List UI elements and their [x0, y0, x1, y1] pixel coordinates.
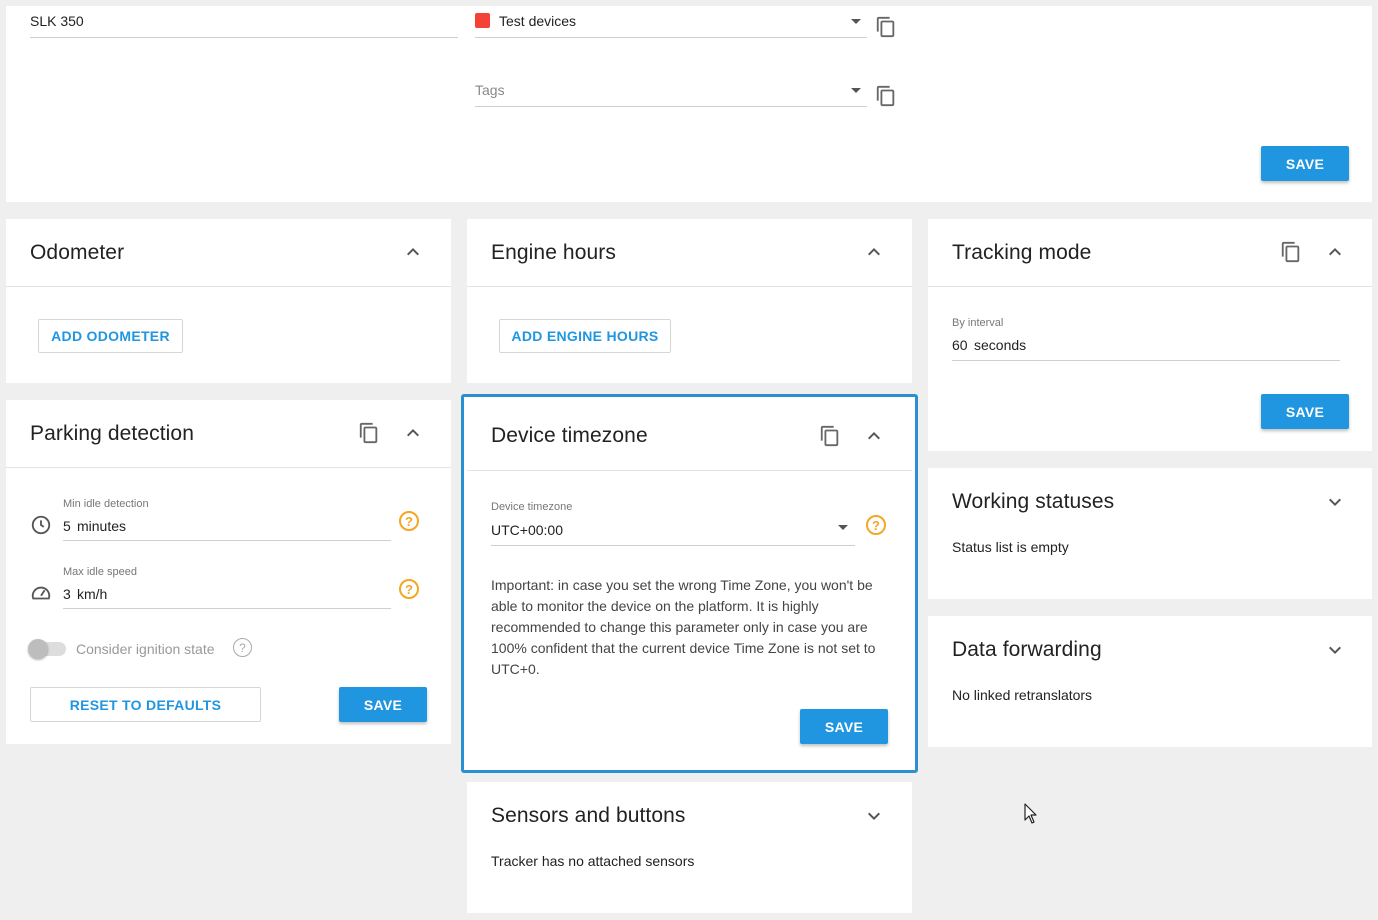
interval-input[interactable]: 60	[952, 337, 968, 353]
max-speed-label: Max idle speed	[63, 566, 137, 578]
card-title: Engine hours	[491, 241, 616, 264]
save-button[interactable]: SAVE	[800, 709, 888, 744]
copy-icon[interactable]	[873, 83, 899, 109]
copy-icon[interactable]	[873, 14, 899, 40]
odometer-header[interactable]: Odometer	[6, 219, 451, 287]
min-idle-underline	[63, 540, 391, 541]
tracking-mode-card: Tracking mode By interval 60 seconds SAV…	[928, 219, 1372, 451]
device-name-field[interactable]: SLK 350	[30, 13, 84, 29]
working-statuses-card: Working statuses Status list is empty	[928, 468, 1372, 599]
card-title: Parking detection	[30, 422, 194, 445]
min-idle-unit: minutes	[77, 518, 127, 534]
clock-icon	[30, 514, 52, 541]
timezone-label: Device timezone	[491, 501, 573, 513]
chevron-down-icon[interactable]	[1322, 489, 1348, 515]
chevron-down-icon[interactable]	[1322, 637, 1348, 663]
timezone-underline	[491, 545, 855, 546]
device-timezone-card: Device timezone Device timezone UTC+00:0…	[461, 394, 918, 773]
reset-to-defaults-button[interactable]: RESET TO DEFAULTS	[30, 687, 261, 722]
tracking-mode-header[interactable]: Tracking mode	[928, 219, 1372, 287]
chevron-down-icon[interactable]	[861, 803, 887, 829]
working-statuses-empty: Status list is empty	[952, 539, 1069, 555]
toggle-knob	[28, 639, 48, 659]
interval-underline	[952, 360, 1340, 361]
group-select[interactable]: Test devices	[499, 13, 576, 29]
tags-dropdown-arrow[interactable]	[851, 88, 861, 93]
parking-detection-header[interactable]: Parking detection	[6, 400, 451, 468]
help-icon[interactable]: ?	[399, 511, 419, 531]
mouse-cursor-icon	[1024, 803, 1038, 830]
min-idle-label: Min idle detection	[63, 498, 149, 510]
save-button[interactable]: SAVE	[339, 687, 427, 722]
save-button[interactable]: SAVE	[1261, 146, 1349, 181]
chevron-up-icon[interactable]	[1322, 239, 1348, 265]
interval-label: By interval	[952, 317, 1004, 329]
help-icon[interactable]: ?	[399, 579, 419, 599]
card-title: Data forwarding	[952, 638, 1102, 661]
help-icon[interactable]: ?	[233, 638, 252, 657]
save-button[interactable]: SAVE	[1261, 394, 1349, 429]
card-title: Device timezone	[491, 424, 648, 447]
group-underline	[475, 37, 867, 38]
device-info-card: SLK 350 Test devices Tags SAVE	[6, 6, 1372, 202]
chevron-up-icon[interactable]	[861, 423, 887, 449]
sensors-empty: Tracker has no attached sensors	[491, 853, 695, 869]
chevron-up-icon[interactable]	[400, 239, 426, 265]
max-speed-input[interactable]: 3	[63, 586, 71, 602]
add-odometer-button[interactable]: ADD ODOMETER	[38, 319, 183, 353]
timezone-select[interactable]: UTC+00:00	[491, 522, 563, 538]
odometer-card: Odometer ADD ODOMETER	[6, 219, 451, 383]
max-speed-underline	[63, 608, 391, 609]
copy-icon[interactable]	[356, 420, 382, 446]
card-title: Tracking mode	[952, 241, 1092, 264]
card-title: Working statuses	[952, 490, 1115, 513]
parking-detection-card: Parking detection Min idle detection 5 m…	[6, 400, 451, 744]
max-speed-unit: km/h	[77, 586, 108, 602]
device-name-underline	[30, 37, 458, 38]
group-color-swatch	[475, 13, 490, 28]
copy-icon[interactable]	[817, 423, 843, 449]
chevron-up-icon[interactable]	[400, 420, 426, 446]
sensors-card: Sensors and buttons Tracker has no attac…	[467, 782, 912, 913]
card-title: Sensors and buttons	[491, 804, 686, 827]
ignition-label: Consider ignition state	[76, 641, 215, 657]
data-forwarding-empty: No linked retranslators	[952, 687, 1093, 703]
group-dropdown-arrow[interactable]	[851, 19, 861, 24]
tags-select[interactable]: Tags	[475, 82, 505, 98]
min-idle-input[interactable]: 5	[63, 518, 71, 534]
speedometer-icon	[30, 582, 52, 609]
ignition-toggle[interactable]	[28, 639, 66, 659]
copy-icon[interactable]	[1278, 239, 1304, 265]
timezone-warning-text: Important: in case you set the wrong Tim…	[491, 577, 876, 677]
add-engine-hours-button[interactable]: ADD ENGINE HOURS	[499, 319, 671, 353]
card-title: Odometer	[30, 241, 125, 264]
device-timezone-header[interactable]: Device timezone	[467, 400, 912, 471]
chevron-up-icon[interactable]	[861, 239, 887, 265]
data-forwarding-card: Data forwarding No linked retranslators	[928, 616, 1372, 747]
engine-hours-header[interactable]: Engine hours	[467, 219, 912, 287]
help-icon[interactable]: ?	[866, 515, 886, 535]
engine-hours-card: Engine hours ADD ENGINE HOURS	[467, 219, 912, 383]
tags-underline	[475, 106, 867, 107]
timezone-dropdown-arrow[interactable]	[838, 525, 848, 530]
interval-unit: seconds	[974, 337, 1027, 353]
